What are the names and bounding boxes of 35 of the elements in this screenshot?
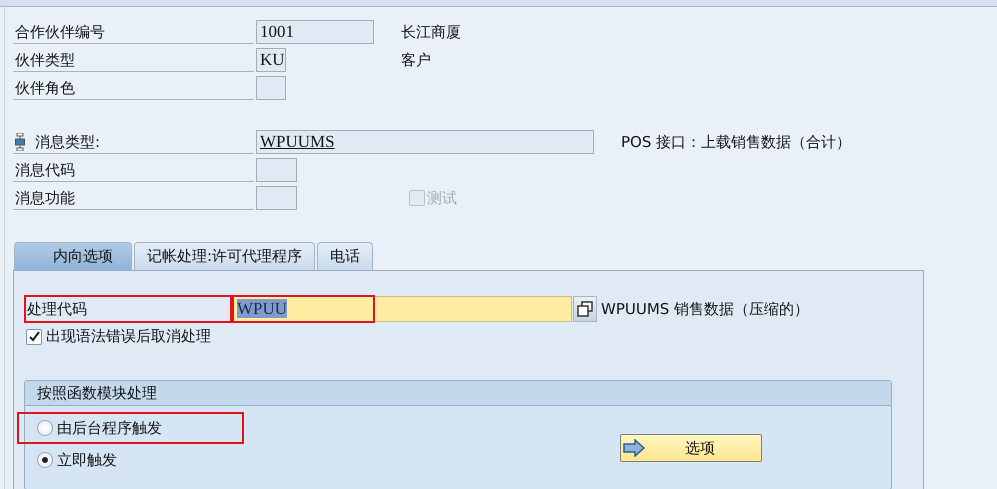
- structure-icon: [15, 132, 25, 150]
- input-field[interactable]: [256, 158, 297, 182]
- options-button[interactable]: 选项: [620, 434, 762, 462]
- tab[interactable]: 内向选项: [14, 242, 132, 270]
- field-label-text: 消息功能: [15, 188, 75, 208]
- field-label-text: 消息类型:: [35, 132, 100, 152]
- tab[interactable]: 电话: [317, 242, 374, 270]
- checkbox[interactable]: [26, 328, 42, 344]
- checkmark-icon: [28, 331, 40, 342]
- arrow-right-icon: [623, 439, 645, 457]
- input-field[interactable]: KU: [256, 48, 286, 72]
- input-field[interactable]: [256, 186, 297, 210]
- radio-button[interactable]: [37, 452, 53, 468]
- input-field[interactable]: 1001: [256, 20, 374, 44]
- tab[interactable]: 记帐处理:许可代理程序: [134, 242, 316, 270]
- windows-icon: [577, 301, 593, 317]
- field-description: POS 接口：上载销售数据（合计）: [621, 132, 852, 152]
- group-title: 按照函数模块处理: [25, 381, 891, 406]
- field-description: 长江商厦: [401, 22, 461, 42]
- checkbox-label: 出现语法错误后取消处理: [46, 327, 211, 346]
- input-field[interactable]: [256, 76, 286, 100]
- input-field[interactable]: WPUU: [232, 296, 572, 322]
- input-field[interactable]: WPUUMS: [256, 130, 594, 154]
- radio-button[interactable]: [37, 420, 53, 436]
- checkbox-label: 测试: [427, 188, 457, 208]
- field-description: 客户: [401, 50, 431, 70]
- value-help-button[interactable]: [573, 296, 597, 322]
- field-label-text: 伙伴类型: [15, 50, 75, 70]
- field-label-text: 合作伙伴编号: [15, 22, 105, 42]
- radio-label: 由后台程序触发: [57, 418, 162, 438]
- field-label-text: 消息代码: [15, 160, 75, 180]
- field-label: 处理代码: [24, 295, 232, 323]
- field-label-text: 伙伴角色: [15, 78, 75, 98]
- field-description: WPUUMS 销售数据（压缩的）: [601, 300, 810, 318]
- radio-label: 立即触发: [57, 450, 117, 470]
